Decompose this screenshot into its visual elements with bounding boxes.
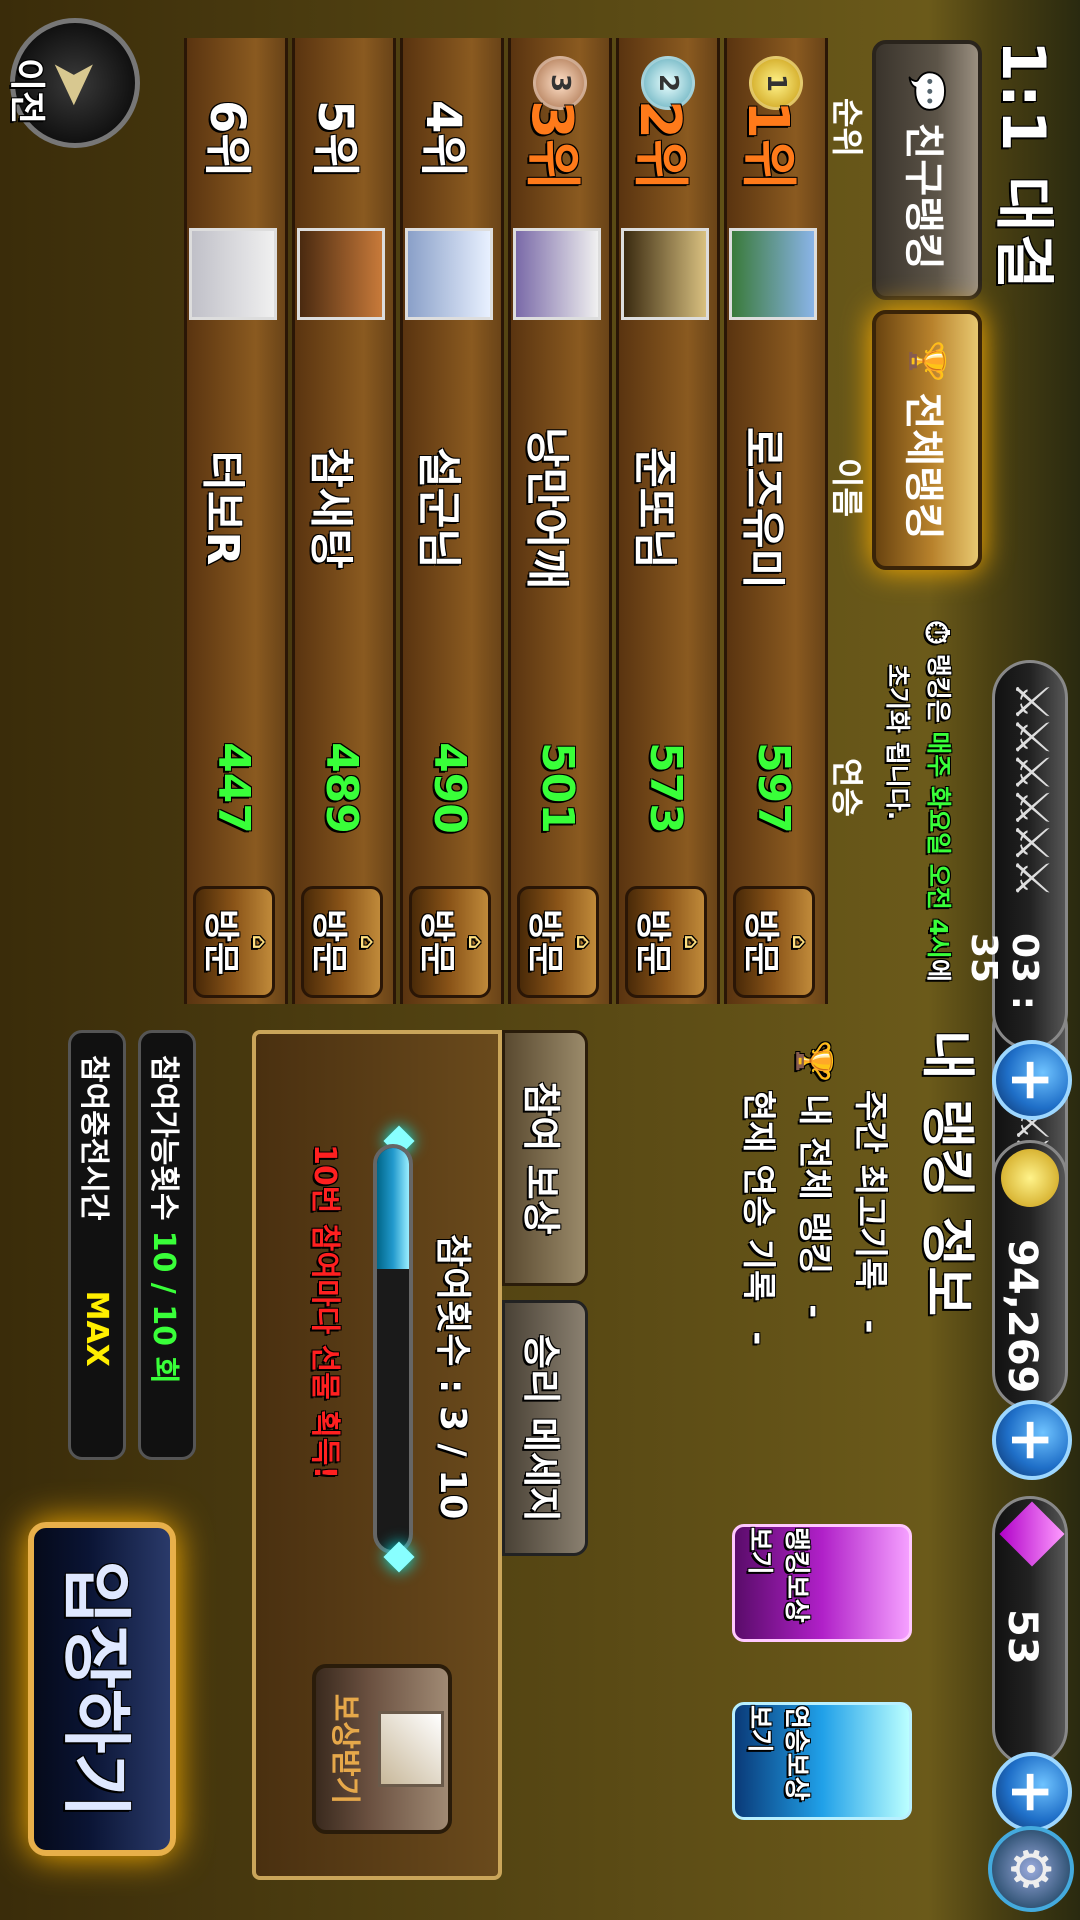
trophy-icon: 🏆 — [907, 340, 947, 383]
gem-icon — [999, 1501, 1065, 1567]
overall-rank-row: 🏆 내 전체 랭킹 - — [794, 1040, 834, 1319]
gold-amount: 94,269 — [999, 1239, 1045, 1394]
claim-reward-button[interactable]: 보상받기 — [312, 1664, 452, 1834]
participation-reward-panel: 참여횟수 : 3 / 10 10번 참여마다 선물 획득! 보상받기 — [252, 1030, 502, 1880]
my-ranking-info: 주간 최고기록 - 🏆 내 전체 랭킹 - 현재 연승 기록 - — [612, 1030, 912, 1500]
table-row: 2 2위 준또님 573 ⌂ 방문 — [616, 38, 720, 1004]
charge-time-pill: 참여충전시간 MAX — [68, 1030, 126, 1460]
stamina-pill: ⚔⚔⚔⚔⚔⚔ 03 : 35 — [963, 660, 1068, 1050]
current-streak-row: 현재 연승 기록 - — [738, 1090, 778, 1346]
rank-label: 5위 — [307, 100, 363, 178]
rank-label: 4위 — [415, 100, 471, 178]
house-icon: ⌂ — [464, 934, 488, 950]
participation-count: 참여횟수 : 3 / 10 — [432, 1234, 473, 1520]
ranking-reward-button[interactable]: 랭킹보상보기 — [732, 1524, 912, 1642]
rank-label: 6위 — [199, 100, 255, 178]
reward-promo-text: 10번 참여마다 선물 획득! — [307, 1144, 342, 1480]
tab-victory-message[interactable]: 승리 메세지 — [502, 1300, 588, 1556]
house-icon: ⌂ — [572, 934, 596, 950]
table-row: 5위 참새탕 489 ⌂ 방문 — [292, 38, 396, 1004]
player-name: 로즈유미 — [737, 427, 788, 589]
column-rank: 순위 — [828, 98, 866, 157]
add-gold-button[interactable]: + — [992, 1400, 1072, 1480]
available-count-pill: 참여가능횟수 10 / 10 회 — [138, 1030, 196, 1460]
house-icon: ⌂ — [248, 934, 272, 950]
gold-pill: 94,269 — [992, 1140, 1068, 1410]
chat-bubble-icon: 💬 — [907, 70, 947, 113]
streak-score: 489 — [316, 742, 367, 834]
lantern-icon — [378, 1711, 444, 1787]
visit-button[interactable]: ⌂ 방문 — [625, 886, 707, 998]
visit-button[interactable]: ⌂ 방문 — [301, 886, 383, 998]
streak-score: 573 — [640, 742, 691, 834]
ranking-reset-note: ⏱ 랭킹은 매주 화요일 오전 4시에 초기화 됩니다. — [883, 620, 956, 982]
streak-reward-button[interactable]: 연승보상보기 — [732, 1702, 912, 1820]
avatar[interactable] — [513, 228, 601, 320]
tab-friend-ranking[interactable]: 💬 친구랭킹 — [872, 40, 982, 300]
visit-button[interactable]: ⌂ 방문 — [409, 886, 491, 998]
table-row: 1 1위 로즈유미 597 ⌂ 방문 — [724, 38, 828, 1004]
page-title: 1:1 대결 — [988, 40, 1058, 291]
streak-score: 490 — [424, 742, 475, 834]
visit-button[interactable]: ⌂ 방문 — [517, 886, 599, 998]
house-icon: ⌂ — [356, 934, 380, 950]
player-name: 참새탕 — [305, 447, 356, 569]
player-name: 낭만어깨 — [521, 427, 572, 589]
gold-coin-icon — [1001, 1149, 1059, 1207]
clock-icon: ⏱ — [918, 620, 956, 645]
sword-icons: ⚔⚔⚔⚔⚔⚔ — [1005, 681, 1059, 893]
house-icon: ⌂ — [788, 934, 812, 950]
column-name: 이름 — [828, 458, 866, 517]
ranking-table: 순위 이름 연승 1 1위 로즈유미 597 ⌂ 방문 2 2위 준또님 573 … — [0, 38, 866, 1004]
player-name: 준또님 — [629, 447, 680, 569]
gem-pill: 53 — [992, 1496, 1068, 1766]
visit-button[interactable]: ⌂ 방문 — [733, 886, 815, 998]
table-row: 4위 설군님 490 ⌂ 방문 — [400, 38, 504, 1004]
add-stamina-button[interactable]: + — [992, 1040, 1072, 1120]
trophy-icon: 🏆 — [794, 1040, 834, 1083]
participation-progress-fill — [377, 1148, 409, 1269]
visit-button[interactable]: ⌂ 방문 — [193, 886, 275, 998]
weekly-best-row: 주간 최고기록 - — [850, 1090, 890, 1334]
enter-button[interactable]: 입장하기 — [28, 1522, 176, 1856]
avatar[interactable] — [729, 228, 817, 320]
gem-amount: 53 — [999, 1609, 1045, 1665]
participation-progress-bar — [373, 1144, 413, 1554]
rank-label: 3위 — [519, 100, 584, 191]
player-name: 설군님 — [413, 447, 464, 569]
my-ranking-title: 내 랭킹 정보 — [916, 1030, 979, 1316]
tab-total-ranking[interactable]: 🏆 전체랭킹 — [872, 310, 982, 570]
rank-label: 1위 — [735, 100, 800, 191]
settings-gear-icon[interactable]: ⚙ — [988, 1826, 1074, 1912]
avatar[interactable] — [189, 228, 277, 320]
back-label: 이전 — [6, 58, 47, 125]
streak-score: 501 — [532, 742, 583, 834]
avatar[interactable] — [621, 228, 709, 320]
game-screen: 1:1 대결 ⚔⚔⚔⚔⚔ ⚔⚔⚔⚔⚔⚔ 03 : 35 + 94,269 + 5… — [0, 0, 1080, 1920]
add-gem-button[interactable]: + — [992, 1752, 1072, 1832]
player-name: 터보R — [197, 450, 248, 566]
table-row: 6위 터보R 447 ⌂ 방문 — [184, 38, 288, 1004]
tab-participation-reward[interactable]: 참여 보상 — [502, 1030, 588, 1286]
table-row: 3 3위 낭만어깨 501 ⌂ 방문 — [508, 38, 612, 1004]
column-streak: 연승 — [828, 758, 866, 817]
house-icon: ⌂ — [680, 934, 704, 950]
rank-label: 2위 — [627, 100, 692, 191]
streak-score: 597 — [748, 742, 799, 834]
avatar[interactable] — [405, 228, 493, 320]
streak-score: 447 — [208, 742, 259, 834]
avatar[interactable] — [297, 228, 385, 320]
